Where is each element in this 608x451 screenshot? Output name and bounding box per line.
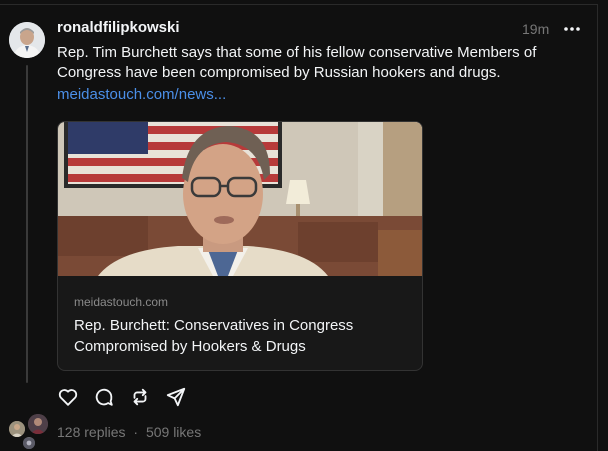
thread-line (26, 65, 28, 383)
author-avatar[interactable] (9, 22, 45, 58)
more-options-button[interactable] (562, 19, 582, 39)
replier-avatar-photo (23, 438, 35, 449)
post-body-text: Rep. Tim Burchett says that some of his … (57, 44, 537, 81)
reply-button[interactable] (93, 386, 115, 408)
comment-icon (95, 388, 113, 406)
right-divider (597, 4, 598, 451)
share-button[interactable] (165, 386, 187, 408)
like-button[interactable] (57, 386, 79, 408)
repost-icon (133, 388, 147, 406)
share-icon (166, 387, 186, 407)
likes-count[interactable]: 509 likes (146, 424, 201, 440)
author-username[interactable]: ronaldfilipkowski (57, 19, 180, 36)
post-timestamp: 19m (522, 21, 550, 37)
post-stats: 128 replies · 509 likes (57, 424, 201, 440)
link-preview-title: Rep. Burchett: Conservatives in Congress… (74, 317, 354, 355)
stats-separator: · (133, 424, 139, 440)
replier-avatar-photo (9, 421, 25, 437)
link-preview-domain: meidastouch.com (74, 295, 169, 309)
more-icon (564, 27, 580, 31)
repost-button[interactable] (129, 386, 151, 408)
heart-icon (58, 389, 78, 406)
top-divider (0, 4, 597, 5)
link-preview-image (58, 122, 422, 276)
replies-count[interactable]: 128 replies (57, 424, 126, 440)
link-preview-card[interactable]: meidastouch.com Rep. Burchett: Conservat… (57, 121, 423, 371)
replier-avatar[interactable] (28, 414, 48, 434)
avatar-photo (9, 22, 45, 58)
replier-avatar[interactable] (23, 437, 35, 449)
post-link[interactable]: meidastouch.com/news... (57, 86, 226, 103)
replier-avatar[interactable] (9, 421, 25, 437)
replier-avatar-photo (28, 414, 48, 434)
